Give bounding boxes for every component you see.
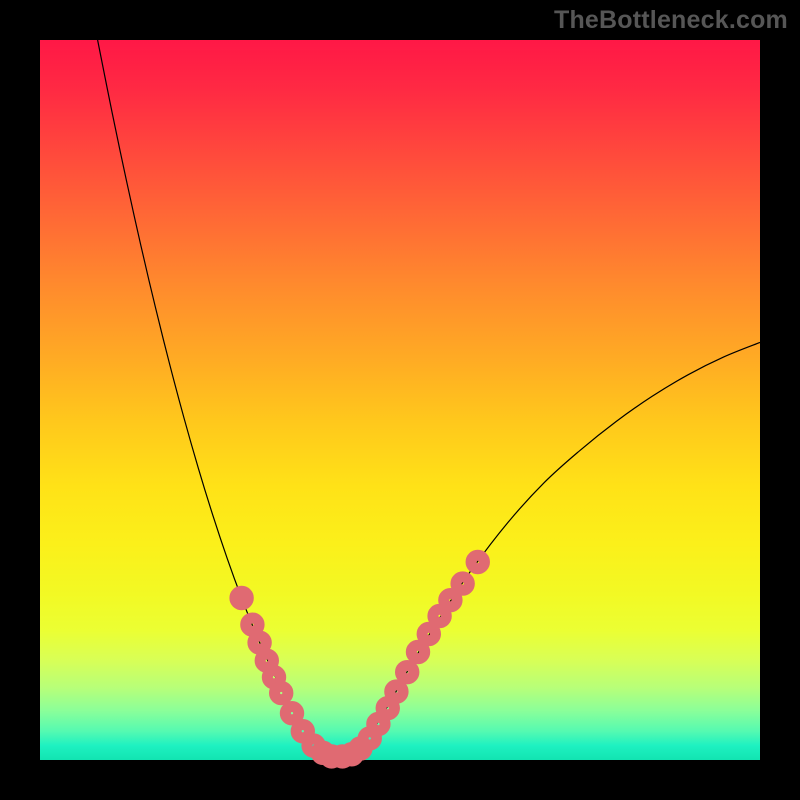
highlight-dots-left xyxy=(231,588,338,764)
highlight-cap xyxy=(231,588,252,609)
curve-left-branch xyxy=(98,40,328,756)
highlight-dot xyxy=(422,627,435,640)
plot-area xyxy=(40,40,760,760)
highlight-dot xyxy=(433,609,446,622)
highlight-dots-right xyxy=(332,555,485,767)
plot-svg xyxy=(40,40,760,760)
chart-frame: TheBottleneck.com xyxy=(0,0,800,800)
highlight-cap xyxy=(332,746,353,767)
highlight-dot xyxy=(381,701,394,714)
highlight-dot xyxy=(285,707,298,720)
brand-watermark: TheBottleneck.com xyxy=(554,6,788,35)
highlight-dot xyxy=(275,686,288,699)
curve-right-branch xyxy=(350,342,760,756)
